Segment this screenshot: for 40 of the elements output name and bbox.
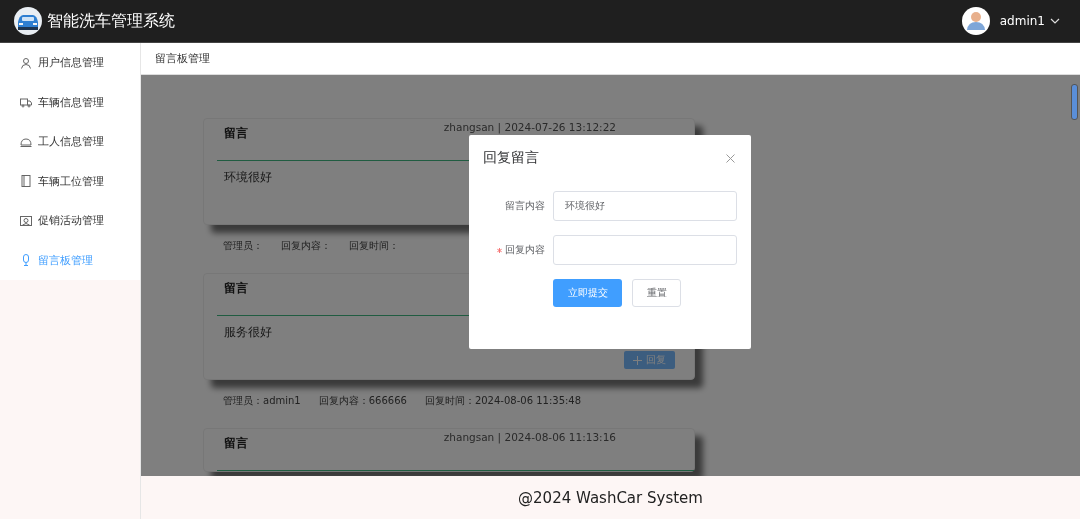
reply-info: 回复时间：2024-08-06 11:35:48 (424, 394, 582, 408)
car-logo-icon (14, 7, 42, 35)
input-field[interactable]: 环境很好 (553, 191, 737, 221)
sidebar-item[interactable]: 用户信息管理 (0, 43, 140, 83)
truck-icon (20, 96, 32, 109)
book-icon (20, 175, 32, 188)
plus-icon (633, 355, 642, 365)
avatar-icon (961, 7, 990, 35)
field-label: 留言内容 (505, 199, 545, 213)
input-field[interactable] (553, 235, 737, 265)
message-title: 留言 (224, 435, 248, 452)
reply-info: 回复内容：666666 (318, 394, 407, 408)
reply-info: 回复内容： (281, 239, 331, 253)
field-label: 回复内容 (505, 243, 545, 257)
reply-info: 管理员：admin1 (223, 394, 301, 408)
footer-text: @2024 WashCar System (518, 488, 703, 507)
message-text: 环境很好 (224, 169, 273, 186)
reply-info: 回复时间： (349, 239, 399, 253)
message-title: 留言 (224, 280, 248, 297)
sidebar-item[interactable]: 工人信息管理 (0, 122, 140, 162)
scrollbar-thumb[interactable] (1071, 84, 1078, 120)
picture-card-icon (20, 214, 32, 227)
reset-button[interactable]: 重置 (632, 279, 681, 307)
message-text: 服务很好 (224, 324, 273, 341)
app-title: 智能洗车管理系统 (47, 10, 175, 32)
dome-icon (20, 135, 32, 148)
sidebar-item[interactable]: 车辆信息管理 (0, 82, 140, 122)
microphone-icon (20, 254, 32, 267)
sidebar-item[interactable]: 促销活动管理 (0, 201, 140, 241)
user-icon (20, 56, 32, 69)
sidebar-item[interactable]: 车辆工位管理 (0, 161, 140, 201)
chevron-down-icon (1050, 18, 1060, 24)
message-title: 留言 (224, 125, 248, 142)
reply-info: 管理员： (223, 239, 263, 253)
user-menu[interactable]: admin1 (999, 14, 1060, 28)
close-icon[interactable] (726, 153, 735, 163)
author-time: zhangsan | 2024-07-26 13:12:22 (443, 121, 616, 133)
breadcrumb: 留言板管理 (155, 51, 210, 66)
author-time: zhangsan | 2024-08-06 11:13:16 (443, 431, 616, 443)
dialog-title: 回复留言 (483, 149, 539, 167)
